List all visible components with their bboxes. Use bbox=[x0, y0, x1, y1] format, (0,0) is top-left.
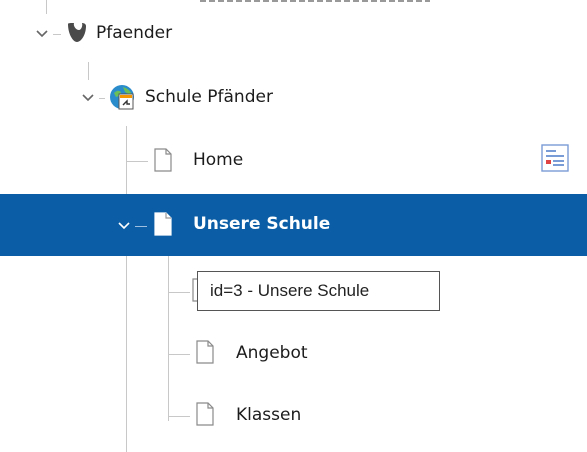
tree-line bbox=[99, 98, 105, 99]
chevron-down-icon[interactable] bbox=[33, 25, 51, 43]
tree-row-angebot[interactable]: Angebot bbox=[0, 322, 587, 384]
page-icon bbox=[195, 340, 215, 364]
page-icon bbox=[153, 212, 173, 236]
chevron-down-icon[interactable] bbox=[79, 89, 97, 107]
tree-item-label: Klassen bbox=[236, 405, 302, 425]
tree-row-pfaender[interactable]: Pfaender bbox=[0, 2, 587, 64]
tooltip: id=3 - Unsere Schule bbox=[197, 271, 440, 311]
typo3-logo-icon bbox=[64, 20, 90, 46]
tree-row-home[interactable]: Home bbox=[0, 130, 587, 192]
tree-item-label: Unsere Schule bbox=[193, 214, 331, 234]
page-content-icon[interactable] bbox=[540, 143, 570, 173]
tree-item-label: Angebot bbox=[236, 343, 308, 363]
tree-item-label: Schule Pfänder bbox=[145, 87, 273, 107]
site-root-icon bbox=[108, 83, 136, 111]
tree-row-klassen[interactable]: Klassen bbox=[0, 384, 587, 446]
tree-line bbox=[53, 34, 61, 35]
page-tree: Pfaender Schule Pfänder Home Unsere Schu… bbox=[0, 0, 587, 452]
page-icon bbox=[153, 148, 173, 172]
tree-item-label: Home bbox=[193, 150, 244, 170]
tree-line bbox=[135, 226, 147, 227]
chevron-down-icon[interactable] bbox=[115, 217, 133, 235]
tree-row-unsere-schule[interactable]: Unsere Schule bbox=[0, 194, 587, 256]
page-icon bbox=[195, 402, 215, 426]
tree-item-label: Pfaender bbox=[96, 23, 173, 43]
tree-row-schule-pfaender[interactable]: Schule Pfänder bbox=[0, 66, 587, 128]
